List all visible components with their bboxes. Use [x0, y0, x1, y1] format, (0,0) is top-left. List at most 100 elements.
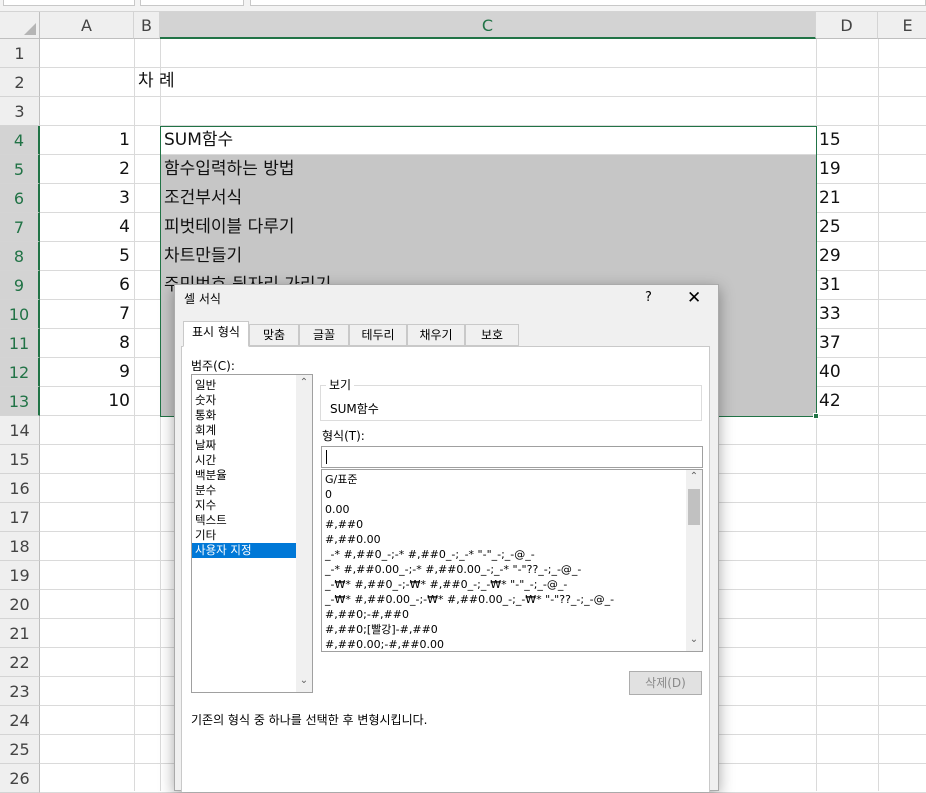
- toc-page-cell[interactable]: 19: [819, 155, 875, 184]
- toc-title-cell[interactable]: 피벗테이블 다루기: [164, 213, 812, 242]
- row-header-20[interactable]: 20: [0, 590, 40, 619]
- toc-page-cell[interactable]: 21: [819, 184, 875, 213]
- toc-page-cell[interactable]: 31: [819, 271, 875, 300]
- row-header-5[interactable]: 5: [0, 155, 40, 184]
- format-item[interactable]: _-₩* #,##0_-;-₩* #,##0_-;_-₩* "-"_-;_-@_…: [322, 577, 684, 592]
- tab-protection[interactable]: 보호: [465, 324, 519, 346]
- toc-title-cell[interactable]: SUM함수: [164, 126, 812, 155]
- help-button[interactable]: ?: [645, 290, 652, 305]
- toc-number-cell[interactable]: 9: [40, 358, 130, 387]
- toc-page-cell[interactable]: 37: [819, 329, 875, 358]
- toc-title-cell[interactable]: 조건부서식: [164, 184, 812, 213]
- toc-page-cell[interactable]: 40: [819, 358, 875, 387]
- tab-font[interactable]: 글꼴: [299, 324, 349, 346]
- category-item[interactable]: 분수: [192, 483, 296, 498]
- toc-number-cell[interactable]: 5: [40, 242, 130, 271]
- format-item[interactable]: _-* #,##0.00_-;-* #,##0.00_-;_-* "-"??_-…: [322, 562, 684, 577]
- row-header-19[interactable]: 19: [0, 561, 40, 590]
- toc-page-cell[interactable]: 29: [819, 242, 875, 271]
- category-item[interactable]: 기타: [192, 528, 296, 543]
- row-header-2[interactable]: 2: [0, 68, 40, 97]
- category-item[interactable]: 날짜: [192, 438, 296, 453]
- format-item[interactable]: _-₩* #,##0.00_-;-₩* #,##0.00_-;_-₩* "-"?…: [322, 592, 684, 607]
- column-header-a[interactable]: A: [40, 12, 134, 39]
- toc-number-cell[interactable]: 8: [40, 329, 130, 358]
- tab-alignment[interactable]: 맞춤: [249, 324, 299, 346]
- row-header-4[interactable]: 4: [0, 126, 40, 155]
- format-item[interactable]: #,##0.00;-#,##0.00: [322, 637, 684, 652]
- category-item[interactable]: 시간: [192, 453, 296, 468]
- row-header-14[interactable]: 14: [0, 416, 40, 445]
- row-header-1[interactable]: 1: [0, 39, 40, 68]
- format-list[interactable]: G/표준 0 0.00 #,##0 #,##0.00 _-* #,##0_-;-* #,#…: [321, 469, 703, 652]
- format-item[interactable]: _-* #,##0_-;-* #,##0_-;_-* "-"_-;_-@_-: [322, 547, 684, 562]
- scroll-down-icon[interactable]: ⌄: [296, 675, 312, 686]
- category-item[interactable]: 사용자 지정: [192, 543, 296, 558]
- toc-title-cell[interactable]: 함수입력하는 방법: [164, 155, 812, 184]
- toc-number-cell[interactable]: 4: [40, 213, 130, 242]
- toc-number-cell[interactable]: 1: [40, 126, 130, 155]
- tab-fill[interactable]: 채우기: [407, 324, 465, 346]
- format-item[interactable]: G/표준: [322, 472, 684, 487]
- row-header-9[interactable]: 9: [0, 271, 40, 300]
- category-item[interactable]: 지수: [192, 498, 296, 513]
- row-header-25[interactable]: 25: [0, 735, 40, 764]
- format-item[interactable]: #,##0: [322, 517, 684, 532]
- category-item[interactable]: 숫자: [192, 393, 296, 408]
- scroll-up-icon[interactable]: ⌃: [296, 377, 312, 388]
- column-header-e[interactable]: E: [878, 12, 926, 39]
- column-header-d[interactable]: D: [816, 12, 878, 39]
- category-item[interactable]: 텍스트: [192, 513, 296, 528]
- format-item[interactable]: #,##0;-#,##0: [322, 607, 684, 622]
- toc-page-cell[interactable]: 15: [819, 126, 875, 155]
- format-item[interactable]: #,##0.00: [322, 532, 684, 547]
- window-tab[interactable]: [140, 0, 244, 6]
- format-item[interactable]: #,##0;[빨강]-#,##0: [322, 622, 684, 637]
- column-header-c[interactable]: C: [160, 12, 816, 39]
- category-item[interactable]: 백분율: [192, 468, 296, 483]
- column-header-b[interactable]: B: [134, 12, 160, 39]
- window-tab[interactable]: [3, 0, 135, 6]
- row-header-17[interactable]: 17: [0, 503, 40, 532]
- row-header-12[interactable]: 12: [0, 358, 40, 387]
- row-header-26[interactable]: 26: [0, 764, 40, 793]
- row-header-3[interactable]: 3: [0, 97, 40, 126]
- toc-page-cell[interactable]: 25: [819, 213, 875, 242]
- scroll-up-icon[interactable]: ⌃: [686, 471, 702, 482]
- toc-title-cell[interactable]: 차트만들기: [164, 242, 812, 271]
- format-scrollbar[interactable]: ⌃ ⌄: [686, 470, 702, 651]
- format-input[interactable]: [321, 446, 703, 468]
- format-item[interactable]: 0.00: [322, 502, 684, 517]
- category-list[interactable]: 일반 숫자 통화 회계 날짜 시간 백분율 분수 지수 텍스트 기타 사용자 지정 ⌃ ⌄: [191, 374, 313, 693]
- row-header-21[interactable]: 21: [0, 619, 40, 648]
- tab-border[interactable]: 테두리: [349, 324, 407, 346]
- row-header-24[interactable]: 24: [0, 706, 40, 735]
- row-header-23[interactable]: 23: [0, 677, 40, 706]
- scroll-down-icon[interactable]: ⌄: [686, 634, 702, 645]
- format-item[interactable]: 0: [322, 487, 684, 502]
- toc-number-cell[interactable]: 3: [40, 184, 130, 213]
- row-header-8[interactable]: 8: [0, 242, 40, 271]
- toc-number-cell[interactable]: 2: [40, 155, 130, 184]
- row-header-13[interactable]: 13: [0, 387, 40, 416]
- row-header-7[interactable]: 7: [0, 213, 40, 242]
- toc-heading[interactable]: 차 례: [138, 67, 175, 96]
- toc-number-cell[interactable]: 7: [40, 300, 130, 329]
- scroll-thumb[interactable]: [688, 489, 700, 525]
- row-header-16[interactable]: 16: [0, 474, 40, 503]
- formula-bar-stub[interactable]: [250, 0, 926, 6]
- category-scrollbar[interactable]: ⌃ ⌄: [296, 375, 312, 692]
- row-header-10[interactable]: 10: [0, 300, 40, 329]
- row-header-15[interactable]: 15: [0, 445, 40, 474]
- toc-page-cell[interactable]: 33: [819, 300, 875, 329]
- row-header-18[interactable]: 18: [0, 532, 40, 561]
- category-item[interactable]: 일반: [192, 378, 296, 393]
- row-header-6[interactable]: 6: [0, 184, 40, 213]
- toc-number-cell[interactable]: 6: [40, 271, 130, 300]
- select-all-corner[interactable]: [0, 12, 40, 39]
- toc-page-cell[interactable]: 42: [819, 387, 875, 416]
- toc-number-cell[interactable]: 10: [40, 387, 130, 416]
- delete-button[interactable]: 삭제(D): [629, 671, 702, 695]
- close-icon[interactable]: ✕: [687, 288, 701, 308]
- category-item[interactable]: 통화: [192, 408, 296, 423]
